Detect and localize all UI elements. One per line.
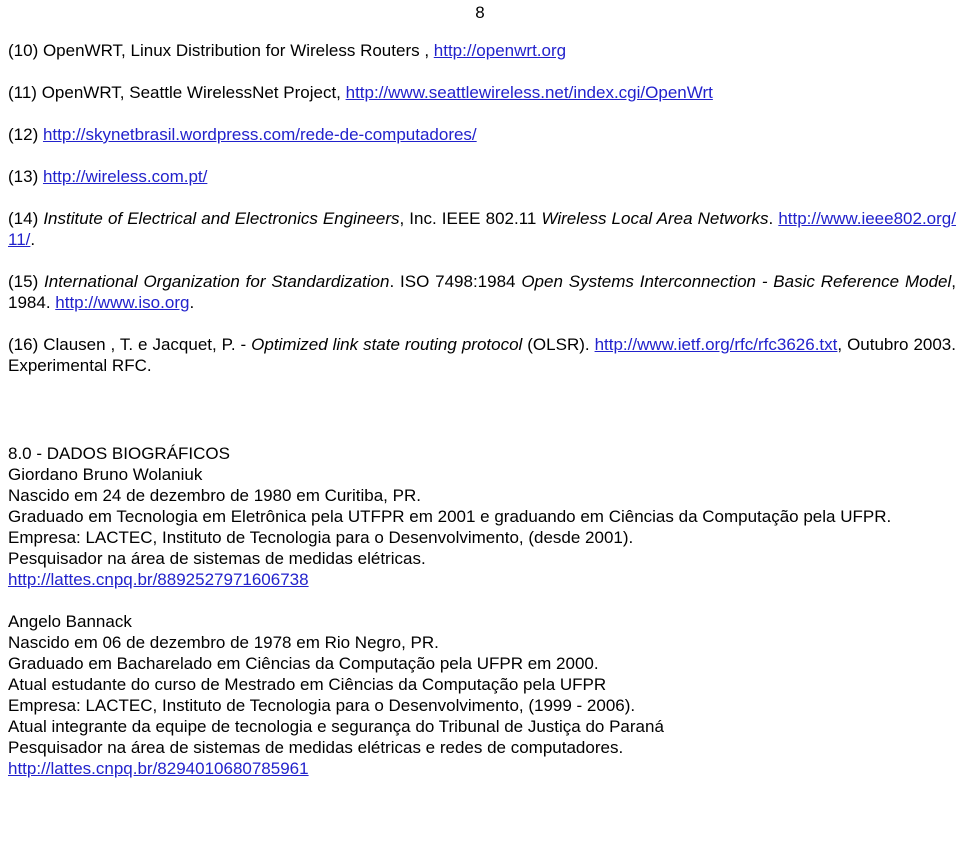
person-2-lattes-line: http://lattes.cnpq.br/8294010680785961 bbox=[8, 758, 956, 779]
reference-trailing: . bbox=[189, 293, 195, 312]
person-1-research: Pesquisador na área de sistemas de medid… bbox=[8, 549, 426, 568]
reference-number: (10) bbox=[8, 41, 39, 60]
biography-section-heading: 8.0 - DADOS BIOGRÁFICOS bbox=[8, 444, 230, 463]
document-content: (10) OpenWRT, Linux Distribution for Wir… bbox=[8, 40, 956, 779]
person-1-company: Empresa: LACTEC, Instituto de Tecnologia… bbox=[8, 528, 634, 547]
person-2-lattes-link[interactable]: http://lattes.cnpq.br/8294010680785961 bbox=[8, 759, 309, 778]
reference-link[interactable]: http://www.seattlewireless.net/index.cgi… bbox=[346, 83, 713, 102]
reference-item-11: (11) OpenWRT, Seattle WirelessNet Projec… bbox=[8, 82, 956, 103]
reference-title-italic: Institute of Electrical and Electronics … bbox=[38, 209, 400, 228]
reference-item-14: (14) Institute of Electrical and Electro… bbox=[8, 208, 956, 250]
reference-link[interactable]: http://openwrt.org bbox=[434, 41, 566, 60]
page-number: 8 bbox=[475, 3, 485, 22]
person-2-education: Graduado em Bacharelado em Ciências da C… bbox=[8, 654, 599, 673]
reference-number: (14) bbox=[8, 209, 39, 228]
reference-text: OpenWRT, Seattle WirelessNet Project, bbox=[36, 83, 346, 102]
reference-item-10: (10) OpenWRT, Linux Distribution for Wir… bbox=[8, 40, 956, 61]
document-page: 8 (10) OpenWRT, Linux Distribution for W… bbox=[0, 0, 960, 841]
person-1-education: Graduado em Tecnologia em Eletrônica pel… bbox=[8, 507, 892, 526]
reference-title-italic: International Organization for Standardi… bbox=[38, 272, 390, 291]
reference-item-13: (13) http://wireless.com.pt/ bbox=[8, 166, 956, 187]
reference-title-italic-2: Wireless Local Area Networks bbox=[541, 209, 769, 228]
reference-link[interactable]: http://www.ietf.org/rfc/rfc3626.txt bbox=[595, 335, 838, 354]
reference-text: , Inc. IEEE 802.11 bbox=[399, 209, 542, 228]
person-2-name: Angelo Bannack bbox=[8, 612, 132, 631]
person-2-birth: Nascido em 06 de dezembro de 1978 em Rio… bbox=[8, 633, 439, 652]
reference-text-2: . bbox=[768, 209, 779, 228]
person-1-lattes-line: http://lattes.cnpq.br/8892527971606738 bbox=[8, 569, 956, 590]
person-2-company: Empresa: LACTEC, Instituto de Tecnologia… bbox=[8, 696, 636, 715]
person-spacer bbox=[8, 590, 956, 611]
reference-number: (13) bbox=[8, 167, 39, 186]
reference-number: (16) bbox=[8, 335, 39, 354]
reference-title-italic-2: Open Systems Interconnection - Basic Ref… bbox=[521, 272, 952, 291]
person-2-current-study: Atual estudante do curso de Mestrado em … bbox=[8, 675, 607, 694]
person-2-research: Pesquisador na área de sistemas de medid… bbox=[8, 738, 624, 757]
reference-text: Clausen , T. e Jacquet, P. - bbox=[38, 335, 252, 354]
person-1-lattes-link[interactable]: http://lattes.cnpq.br/8892527971606738 bbox=[8, 570, 309, 589]
person-2-current-role: Atual integrante da equipe de tecnologia… bbox=[8, 717, 664, 736]
reference-link[interactable]: http://wireless.com.pt/ bbox=[43, 167, 207, 186]
reference-item-15: (15) International Organization for Stan… bbox=[8, 271, 956, 313]
reference-item-16: (16) Clausen , T. e Jacquet, P. - Optimi… bbox=[8, 334, 956, 376]
person-1-birth: Nascido em 24 de dezembro de 1980 em Cur… bbox=[8, 486, 421, 505]
reference-text: OpenWRT, Linux Distribution for Wireless… bbox=[38, 41, 434, 60]
reference-link[interactable]: http://www.iso.org bbox=[55, 293, 189, 312]
reference-text: . ISO 7498:1984 bbox=[389, 272, 522, 291]
person-1-name: Giordano Bruno Wolaniuk bbox=[8, 465, 203, 484]
reference-number: (12) bbox=[8, 125, 39, 144]
reference-trailing: . bbox=[30, 230, 36, 249]
reference-number: (15) bbox=[8, 272, 39, 291]
reference-number: (11) bbox=[8, 83, 37, 102]
reference-text-2: (OLSR). bbox=[522, 335, 595, 354]
reference-link[interactable]: http://skynetbrasil.wordpress.com/rede-d… bbox=[43, 125, 477, 144]
reference-title-italic: Optimized link state routing protocol bbox=[251, 335, 523, 354]
reference-item-12: (12) http://skynetbrasil.wordpress.com/r… bbox=[8, 124, 956, 145]
